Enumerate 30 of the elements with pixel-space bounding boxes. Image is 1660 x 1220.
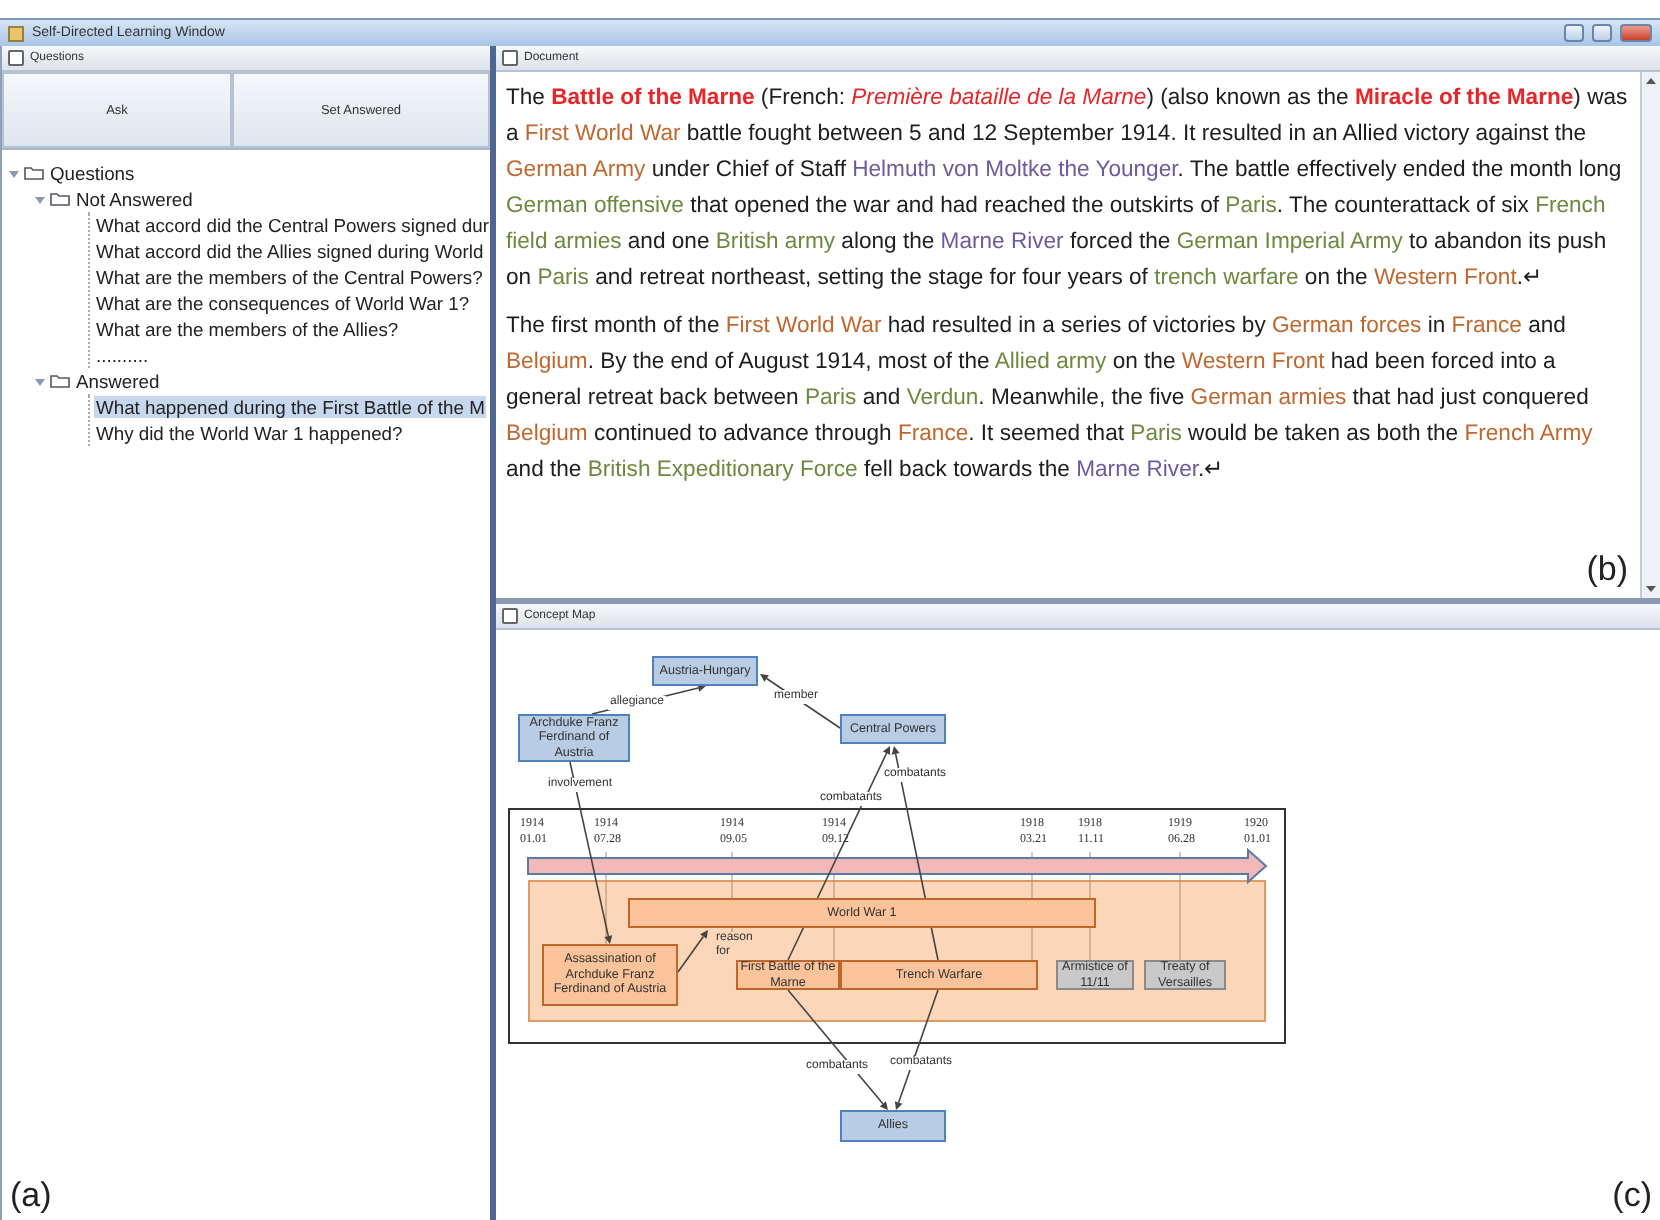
figure-caption: (c) (1612, 1176, 1652, 1216)
folder-icon (50, 374, 70, 388)
figure-caption: (a) (10, 1176, 52, 1214)
close-button[interactable] (1620, 24, 1652, 42)
tree-item[interactable]: .......... (94, 344, 151, 366)
maximize-button[interactable] (1592, 24, 1612, 42)
tree-item[interactable]: Answered (74, 370, 162, 392)
tree-item[interactable]: Not Answered (74, 188, 195, 210)
expander-icon[interactable] (34, 193, 46, 205)
document-paragraph: The Battle of the Marne (French: Première bataille de la Marne) (also known as the Miracle of the Marne) was a First World War battle fought between 5 and 12 September 1914. It resulted in an Allied victory against the German Army under Chief of Staff Helmuth von Moltke the Younger. The battle effectively ended the month long German offensive that opened the war and had reached the outskirts of Paris. The counterattack of six French field armies and one British army along the Marne River forced the German Imperial Army to abandon its push on Paris and retreat northeast, setting the stage for four years of trench warfare on the Western Front.↵ (506, 84, 1630, 294)
tree-item[interactable]: What accord did the Central Powers signed dur (94, 214, 491, 236)
expander-icon[interactable] (8, 167, 20, 179)
expander-icon[interactable] (34, 375, 46, 387)
tree-item[interactable]: What are the members of the Central Powers? (94, 266, 485, 288)
scrollbar[interactable] (1640, 72, 1660, 598)
tree-item[interactable]: What happened during the First Battle of the M (94, 396, 487, 418)
document-paragraph: The first month of the First World War had resulted in a series of victories by German forces in France and Belgium. By the end of August 1914, most of the Allied army on the Western Front had been forced into a general retreat back between Paris and Verdun. Meanwhile, the five German armies that had just conquered Belgium continued to advance through France. It seemed that Paris would be taken as both the French Army and the British Expeditionary Force fell back towards the Marne River.↵ (506, 312, 1595, 486)
figure-caption: (b) (1586, 550, 1628, 590)
tree-item[interactable]: Why did the World War 1 happened? (94, 422, 405, 444)
tree-item[interactable]: What are the members of the Allies? (94, 318, 401, 340)
connector-arrow (787, 989, 888, 1110)
tree-item[interactable]: What accord did the Allies signed during World (94, 240, 486, 262)
tree-item[interactable]: Questions (48, 162, 137, 184)
connector-arrow (677, 930, 708, 973)
panel-icon (8, 50, 24, 66)
panel-icon (502, 50, 518, 66)
app-icon (8, 25, 24, 41)
panel-icon (502, 608, 518, 624)
minimize-button[interactable] (1564, 24, 1584, 42)
tree-item[interactable]: What are the consequences of World War 1? (94, 292, 472, 314)
